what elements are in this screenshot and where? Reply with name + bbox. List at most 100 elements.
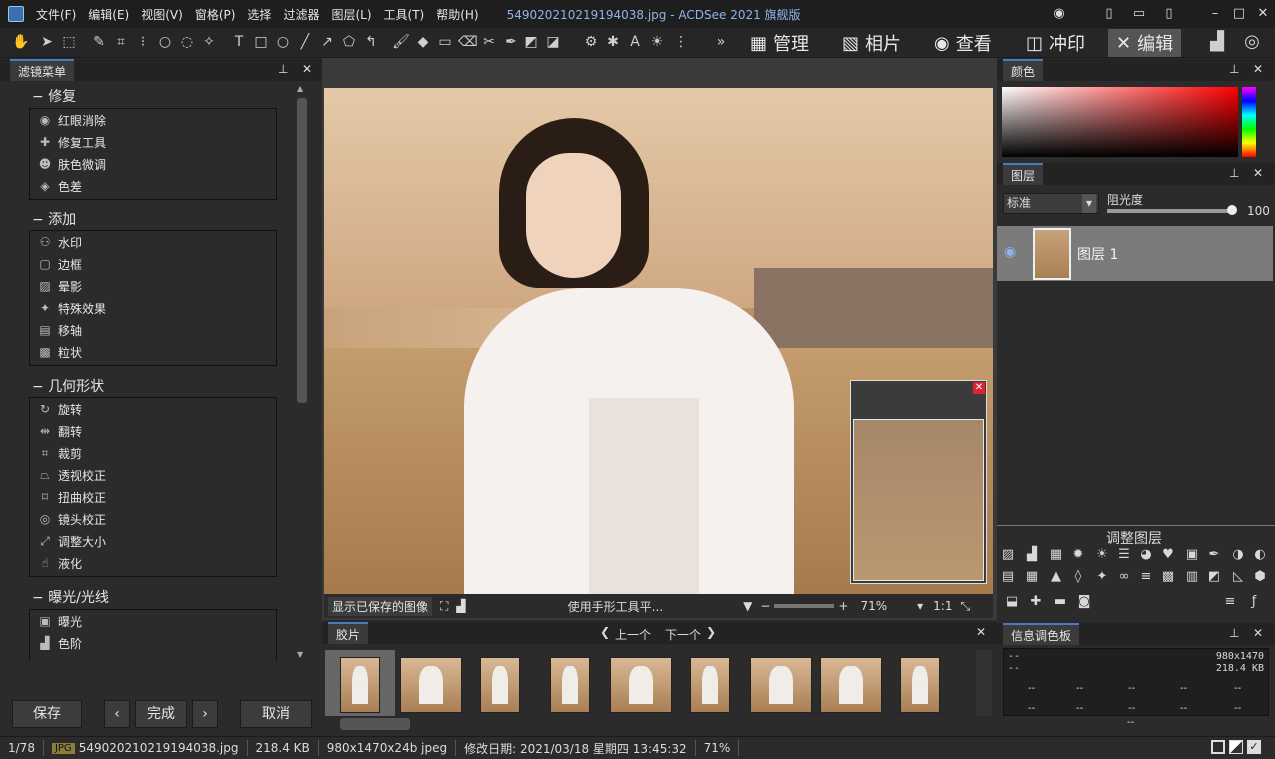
thumbnail[interactable] (340, 657, 380, 713)
zoom-out-icon[interactable]: − (760, 599, 770, 613)
thumbnail[interactable] (820, 657, 882, 713)
adj-glasses-icon[interactable]: ∞ (1116, 569, 1132, 585)
marquee-tool-icon[interactable]: ⬚ (60, 33, 78, 51)
adj-brightness-icon[interactable]: ✹ (1070, 547, 1086, 563)
adj-heart-icon[interactable]: ♥ (1160, 547, 1176, 563)
adj-photo-icon[interactable]: ▩ (1160, 569, 1176, 585)
adj-picture-icon[interactable]: ▣ (1184, 547, 1200, 563)
pin-icon[interactable]: ⊥ (1229, 626, 1239, 640)
zoom-slider[interactable] (774, 604, 835, 608)
thumbnail[interactable] (610, 657, 672, 713)
filmstrip-hscroll-thumb[interactable] (340, 718, 410, 730)
item-special-effects[interactable]: ✦ 特殊效果 (30, 297, 276, 319)
mask-layer-icon[interactable]: ◙ (1076, 594, 1092, 610)
zoom-dropdown-icon[interactable]: ▾ (917, 599, 923, 613)
repair-tool-icon[interactable]: ⚙ (582, 33, 600, 51)
tab-filter-menu[interactable]: 滤镜菜单 (10, 59, 75, 81)
select-tool-icon[interactable]: ➤ (38, 33, 56, 51)
pin-icon[interactable]: ⊥ (1229, 62, 1239, 76)
blend-mode-select[interactable]: 标准 ▾ (1003, 193, 1099, 214)
fill-icon[interactable]: ◆ (414, 33, 432, 51)
item-watermark[interactable]: ⚇ 水印 (30, 231, 276, 253)
item-perspective[interactable]: ⏢ 透视校正 (30, 464, 276, 486)
layout-right-icon[interactable]: ▯ (1160, 5, 1178, 23)
fx-icon[interactable]: ƒ (1246, 594, 1262, 610)
arrow-tool-icon[interactable]: ↗ (318, 33, 336, 51)
scroll-up-icon[interactable]: ▲ (297, 84, 303, 93)
next-button[interactable]: › (192, 700, 218, 728)
layout-left-icon[interactable]: ▯ (1100, 5, 1118, 23)
text-tool-icon[interactable]: T (230, 33, 248, 51)
section-add-title[interactable]: − 添加 (32, 209, 76, 229)
adj-dropper-icon[interactable]: ✒ (1206, 547, 1222, 563)
filmstrip-vscroll[interactable] (976, 650, 992, 716)
adj-sliders-icon[interactable]: ☰ (1116, 547, 1132, 563)
adj-curves-icon[interactable]: ▦ (1048, 547, 1064, 563)
adj-half-icon[interactable]: ◩ (1206, 569, 1222, 585)
close-icon[interactable]: ✕ (302, 62, 312, 76)
adj-mountain-icon[interactable]: ▲ (1048, 569, 1064, 585)
view-normal-icon[interactable] (1211, 740, 1225, 754)
magic-wand-icon[interactable]: ✧ (200, 33, 218, 51)
settings-icon[interactable]: ✱ (604, 33, 622, 51)
item-crop[interactable]: ⌗ 裁剪 (30, 442, 276, 464)
app-icon[interactable] (8, 6, 24, 22)
opacity-slider-handle[interactable] (1227, 205, 1237, 215)
adj-contrast-icon[interactable]: ◐ (1252, 547, 1268, 563)
layer-menu-icon[interactable]: ≡ (1222, 594, 1238, 610)
mode-develop[interactable]: ◫ 冲印 (1018, 29, 1093, 57)
thumbnail[interactable] (400, 657, 462, 713)
navigator-preview[interactable] (853, 419, 984, 581)
navigator-window[interactable]: ✕ (850, 380, 987, 584)
view-check-icon[interactable]: ✓ (1247, 740, 1261, 754)
section-exposure-title[interactable]: − 曝光/光线 (32, 587, 109, 607)
polygon-lasso-icon[interactable]: ⌗ (112, 33, 130, 51)
adj-color-icon[interactable]: ◕ (1138, 547, 1154, 563)
opacity-slider[interactable] (1107, 209, 1232, 213)
adj-toggle-icon[interactable]: ◑ (1230, 547, 1246, 563)
prev-image-icon[interactable]: ❮ (600, 625, 610, 639)
item-flip[interactable]: ⇹ 翻转 (30, 420, 276, 442)
close-icon[interactable]: ✕ (1253, 166, 1263, 180)
eye-360-icon[interactable]: ◎ (1243, 33, 1261, 51)
line-tool-icon[interactable]: ╱ (296, 33, 314, 51)
zoom-value[interactable]: 71% (860, 599, 887, 613)
layer-visibility-icon[interactable]: ◉ (1004, 244, 1016, 260)
next-image-link[interactable]: 下一个 (665, 626, 701, 643)
filmstrip-close-icon[interactable]: ✕ (976, 625, 986, 639)
pin-icon[interactable]: ⊥ (1229, 166, 1239, 180)
section-repair-title[interactable]: − 修复 (32, 86, 76, 106)
adj-chart-icon[interactable]: ◺ (1230, 569, 1246, 585)
tab-color[interactable]: 颜色 (1003, 59, 1044, 81)
thumbnail[interactable] (480, 657, 520, 713)
item-lens[interactable]: ◎ 镜头校正 (30, 508, 276, 530)
item-tilt-shift[interactable]: ▤ 移轴 (30, 319, 276, 341)
mode-manage[interactable]: ▦ 管理 (742, 29, 817, 57)
duplicate-layer-icon[interactable]: ▬ (1052, 594, 1068, 610)
menu-tools[interactable]: 工具(T) (384, 6, 425, 23)
close-icon[interactable]: ✕ (1253, 62, 1263, 76)
item-skin-tune[interactable]: ☻ 肤色微调 (30, 153, 276, 175)
thumbnail[interactable] (750, 657, 812, 713)
adj-gradient-icon[interactable]: ▥ (1184, 569, 1200, 585)
account-icon[interactable]: ◉ (1050, 5, 1068, 23)
histogram-icon[interactable]: ▟ (1208, 33, 1226, 51)
tab-info[interactable]: 信息调色板 (1003, 623, 1080, 645)
add-layer-icon[interactable]: ✚ (1028, 594, 1044, 610)
ellipse-tool-icon[interactable]: ○ (274, 33, 292, 51)
item-levels[interactable]: ▟ 色阶 (30, 632, 276, 654)
rectangle-tool-icon[interactable]: □ (252, 33, 270, 51)
navigator-close-icon[interactable]: ✕ (973, 382, 985, 394)
pin-icon[interactable]: ⊥ (278, 62, 288, 76)
text-effect-icon[interactable]: A (626, 33, 644, 51)
more-tools-icon[interactable]: ⋮ (672, 33, 690, 51)
light-icon[interactable]: ☀ (648, 33, 666, 51)
adj-levels-icon[interactable]: ▨ (1000, 547, 1016, 563)
zoom-in-icon[interactable]: + (838, 599, 848, 613)
brush-select-icon[interactable]: ✎ (90, 33, 108, 51)
mode-view[interactable]: ◉ 查看 (926, 29, 1000, 57)
eraser-icon[interactable]: ⌫ (458, 33, 478, 51)
polygon-tool-icon[interactable]: ⬠ (340, 33, 358, 51)
close-icon[interactable]: ✕ (1253, 626, 1263, 640)
hand-tool-icon[interactable]: ✋ (12, 33, 30, 51)
